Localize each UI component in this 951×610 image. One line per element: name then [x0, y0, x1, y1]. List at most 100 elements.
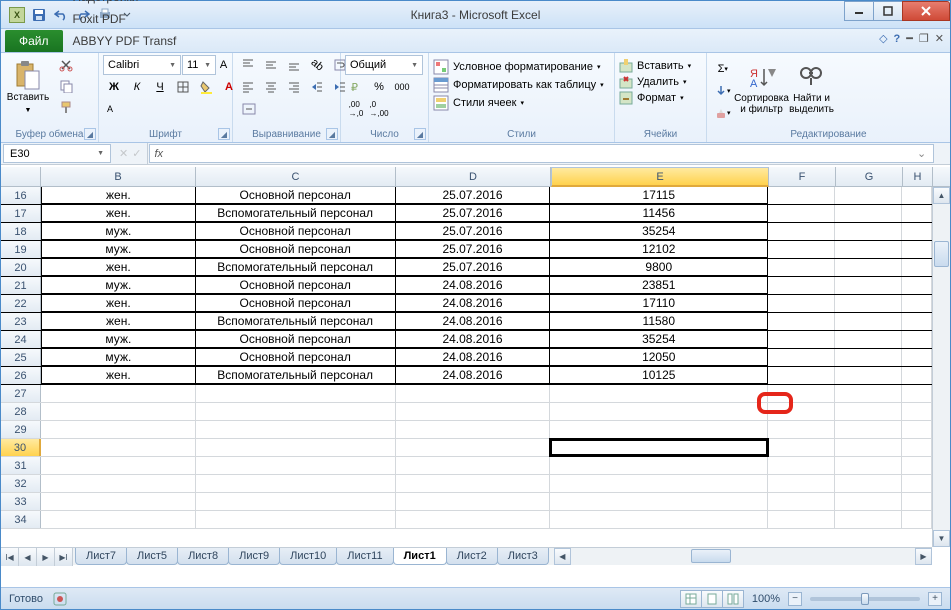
cell[interactable] — [768, 403, 835, 420]
excel-app-icon[interactable]: X — [7, 5, 27, 25]
cell[interactable] — [550, 439, 768, 456]
row-header[interactable]: 17 — [1, 205, 41, 222]
insert-cells-button[interactable]: Вставить▾ — [619, 59, 691, 73]
decrease-indent-icon[interactable] — [306, 77, 328, 97]
row-header[interactable]: 26 — [1, 367, 41, 384]
conditional-formatting-button[interactable]: Условное форматирование▾ — [433, 59, 600, 75]
cell[interactable]: Вспомогательный персонал — [196, 259, 396, 276]
cell[interactable]: 25.07.2016 — [396, 223, 551, 240]
alignment-launcher-icon[interactable]: ◢ — [326, 128, 338, 140]
scroll-down-icon[interactable]: ▼ — [933, 530, 950, 547]
cell[interactable]: муж. — [41, 349, 196, 366]
ribbon-tab[interactable]: ABBYY PDF Transf — [65, 30, 185, 52]
sheet-tab[interactable]: Лист3 — [497, 548, 549, 565]
cell[interactable] — [835, 331, 902, 348]
cell[interactable] — [902, 511, 932, 528]
cell[interactable] — [902, 187, 932, 204]
row-header[interactable]: 19 — [1, 241, 41, 258]
cell[interactable] — [902, 259, 932, 276]
cell[interactable]: 35254 — [550, 331, 768, 348]
cell[interactable]: 11456 — [550, 205, 768, 222]
percent-icon[interactable]: % — [368, 77, 390, 97]
cell[interactable]: жен. — [41, 295, 196, 312]
mdi-close-icon[interactable]: ✕ — [935, 32, 944, 45]
cell[interactable] — [396, 421, 551, 438]
paste-button[interactable]: Вставить▼ — [5, 55, 51, 123]
cell[interactable]: 24.08.2016 — [396, 277, 551, 294]
cell[interactable] — [768, 367, 835, 384]
comma-icon[interactable]: 000 — [391, 77, 413, 97]
row-header[interactable]: 21 — [1, 277, 41, 294]
cell[interactable] — [902, 313, 932, 330]
cell[interactable] — [902, 421, 932, 438]
row-header[interactable]: 33 — [1, 493, 41, 510]
sheet-tab[interactable]: Лист2 — [446, 548, 498, 565]
cell[interactable]: 11580 — [550, 313, 768, 330]
format-painter-icon[interactable] — [55, 97, 77, 117]
cell[interactable] — [835, 259, 902, 276]
cell[interactable] — [196, 493, 396, 510]
decrease-font-icon[interactable]: A — [103, 99, 117, 119]
cell[interactable] — [41, 475, 196, 492]
cell[interactable] — [768, 349, 835, 366]
cell[interactable] — [196, 385, 396, 402]
cell[interactable] — [768, 223, 835, 240]
format-as-table-button[interactable]: Форматировать как таблицу▾ — [433, 77, 604, 93]
cell[interactable]: 24.08.2016 — [396, 331, 551, 348]
cell[interactable] — [196, 403, 396, 420]
cell[interactable]: Основной персонал — [196, 277, 396, 294]
cell[interactable] — [902, 277, 932, 294]
cell[interactable] — [550, 511, 768, 528]
cell[interactable]: муж. — [41, 331, 196, 348]
cell[interactable] — [41, 439, 196, 456]
cell[interactable] — [835, 511, 902, 528]
cell[interactable]: Вспомогательный персонал — [196, 205, 396, 222]
cell[interactable] — [768, 295, 835, 312]
cell[interactable]: Основной персонал — [196, 187, 396, 204]
cell[interactable] — [41, 511, 196, 528]
cell[interactable]: 10125 — [550, 367, 768, 384]
sheet-tab[interactable]: Лист7 — [75, 548, 127, 565]
cell[interactable] — [196, 475, 396, 492]
cell[interactable] — [768, 421, 835, 438]
cell[interactable] — [396, 457, 551, 474]
number-launcher-icon[interactable]: ◢ — [414, 128, 426, 140]
cell[interactable]: 24.08.2016 — [396, 367, 551, 384]
cell[interactable] — [835, 403, 902, 420]
cell[interactable] — [835, 457, 902, 474]
mdi-minimize-icon[interactable]: ━ — [906, 32, 913, 45]
increase-decimal-icon[interactable]: ,00→,0 — [345, 99, 367, 119]
cell[interactable] — [902, 367, 932, 384]
cell[interactable]: жен. — [41, 367, 196, 384]
cell[interactable]: 25.07.2016 — [396, 259, 551, 276]
cell[interactable]: муж. — [41, 241, 196, 258]
cell[interactable] — [196, 439, 396, 456]
hscroll-thumb[interactable] — [691, 549, 731, 563]
cell[interactable] — [835, 421, 902, 438]
cell[interactable] — [550, 493, 768, 510]
cell[interactable] — [41, 457, 196, 474]
cell[interactable]: Вспомогательный персонал — [196, 367, 396, 384]
merge-icon[interactable] — [237, 99, 261, 119]
sheet-tab[interactable]: Лист5 — [126, 548, 178, 565]
font-size-select[interactable]: 11▼ — [182, 55, 216, 75]
cell[interactable]: 24.08.2016 — [396, 313, 551, 330]
row-header[interactable]: 22 — [1, 295, 41, 312]
save-icon[interactable] — [29, 5, 49, 25]
sheet-tab[interactable]: Лист9 — [228, 548, 280, 565]
cell[interactable] — [902, 349, 932, 366]
align-center-icon[interactable] — [260, 77, 282, 97]
next-sheet-icon[interactable]: ▶ — [37, 548, 55, 566]
cell[interactable]: 25.07.2016 — [396, 241, 551, 258]
column-header[interactable]: E — [551, 167, 769, 187]
cell[interactable]: 17115 — [550, 187, 768, 204]
sheet-tab[interactable]: Лист11 — [336, 548, 393, 565]
scroll-right-icon[interactable]: ▶ — [915, 548, 932, 565]
cell[interactable] — [768, 511, 835, 528]
ribbon-tab[interactable]: Надстройки — [65, 0, 185, 8]
name-box[interactable]: E30▼ — [3, 144, 111, 163]
find-select-button[interactable]: Найти и выделить — [789, 55, 835, 123]
row-header[interactable]: 27 — [1, 385, 41, 402]
last-sheet-icon[interactable]: ▶I — [55, 548, 73, 566]
row-header[interactable]: 18 — [1, 223, 41, 240]
